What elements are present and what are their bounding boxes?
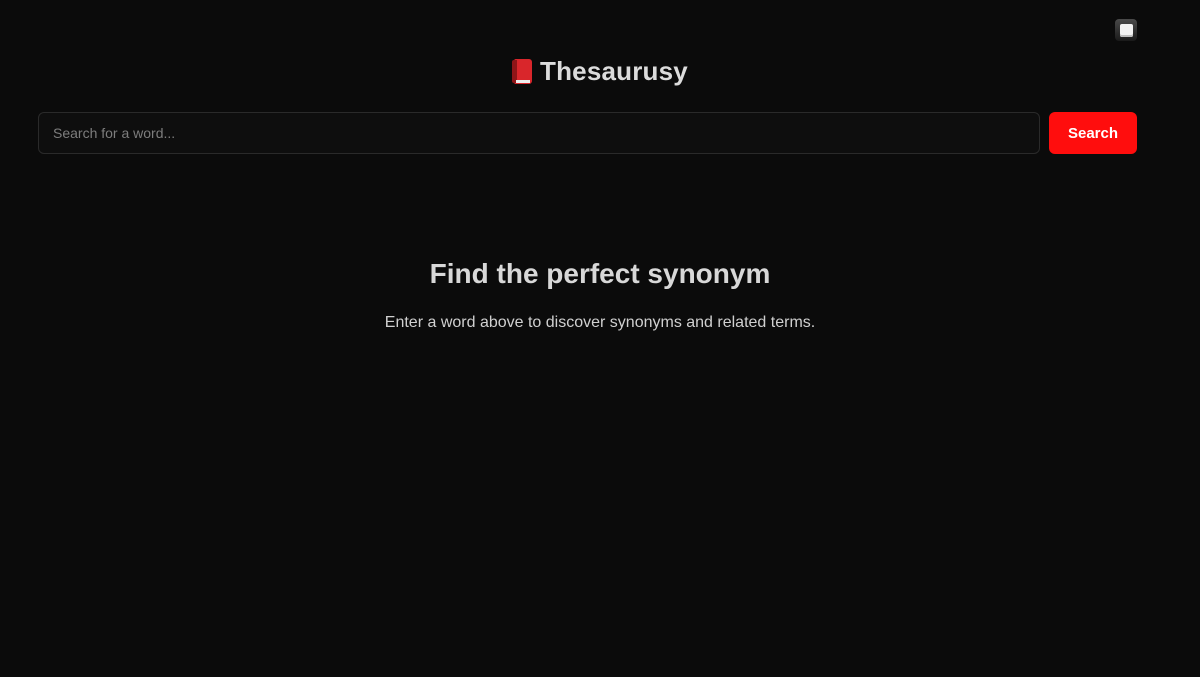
empty-state-heading: Find the perfect synonym xyxy=(429,258,771,289)
empty-state-text: Enter a word above to discover synonyms … xyxy=(384,314,816,331)
logo: Thesaurusy xyxy=(512,56,688,87)
search-input[interactable] xyxy=(38,112,1040,154)
app-page: Thesaurusy Search Find the perfect synon… xyxy=(0,0,1200,677)
search-bar: Search xyxy=(38,112,1137,154)
app-header: Thesaurusy xyxy=(0,56,1200,89)
app-title: Thesaurusy xyxy=(540,56,688,86)
white-square-icon xyxy=(1119,23,1133,37)
red-book-icon xyxy=(512,59,533,84)
empty-state: Find the perfect synonym Enter a word ab… xyxy=(0,256,1200,334)
search-button[interactable]: Search xyxy=(1049,112,1137,154)
theme-toggle-button[interactable] xyxy=(1115,19,1137,41)
